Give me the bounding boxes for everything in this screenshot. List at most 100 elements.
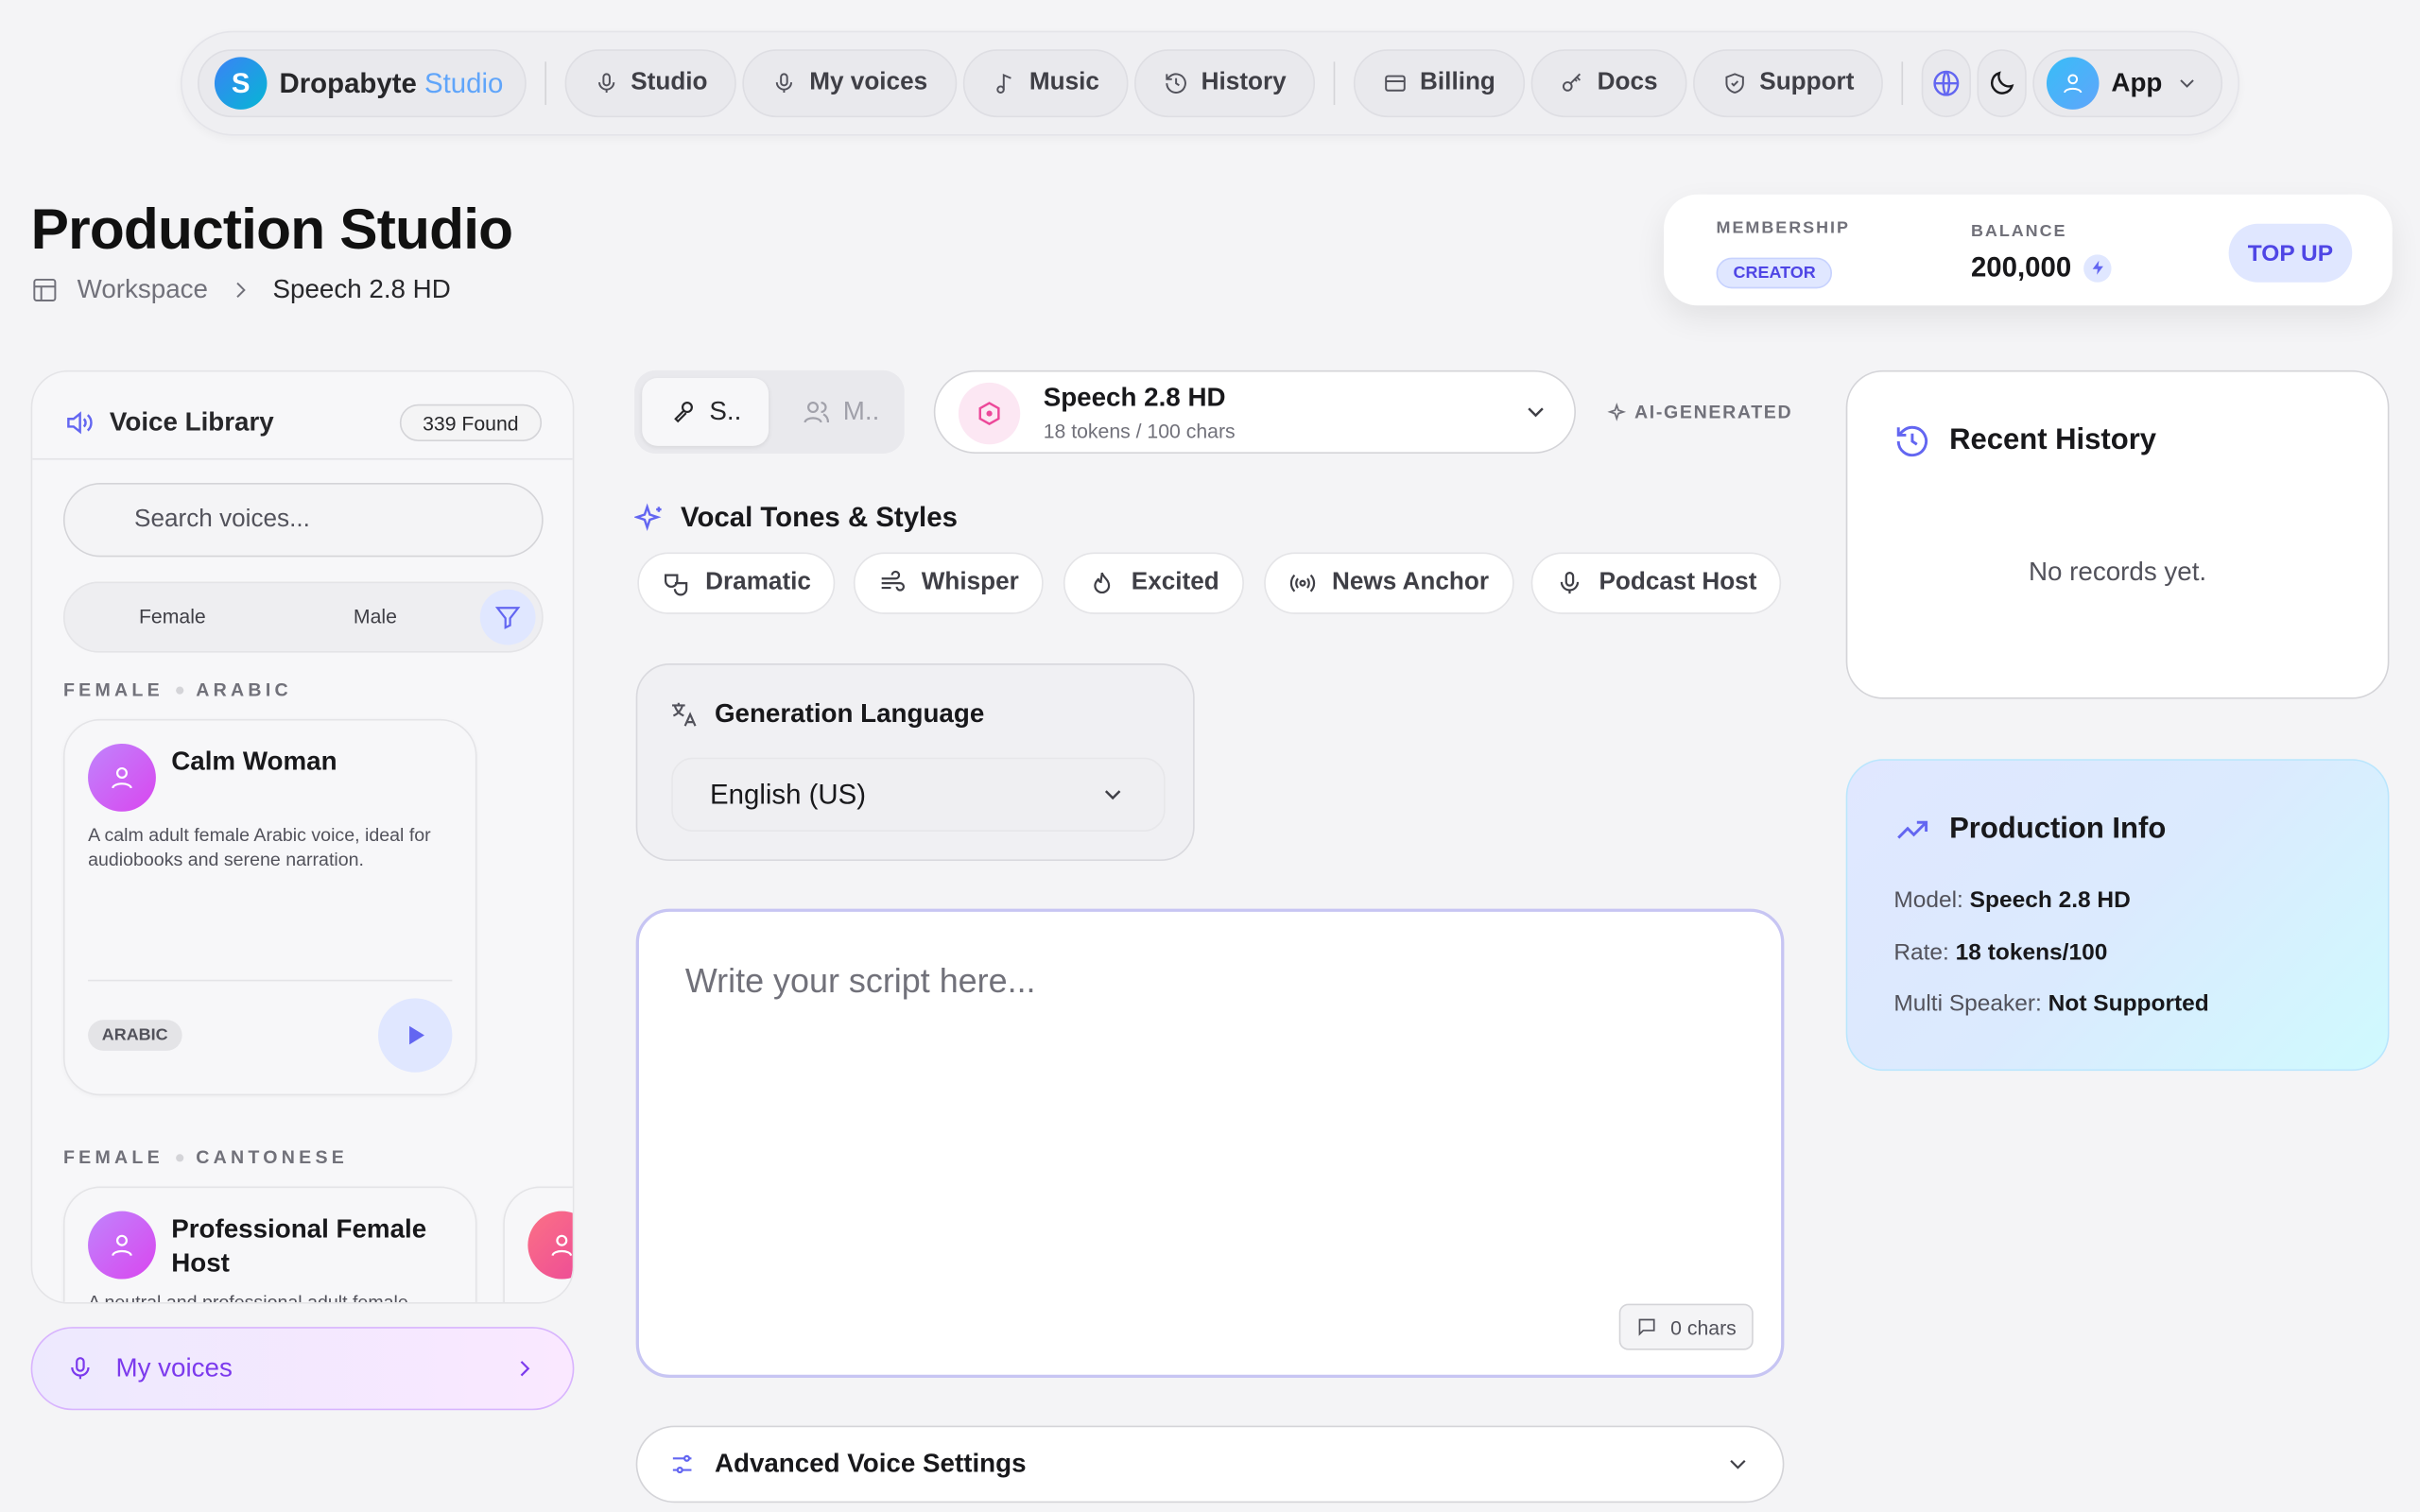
tone-chip-podcast-host[interactable]: Podcast Host — [1530, 552, 1782, 614]
voice-description: A neutral and professional adult female — [88, 1291, 408, 1304]
user-icon — [2063, 74, 2083, 94]
account-menu-button[interactable]: App — [2032, 49, 2223, 118]
multi-speaker-tab[interactable]: M.. — [786, 378, 897, 446]
section-label: FEMALE ARABIC — [63, 679, 292, 700]
section-gender: FEMALE — [62, 679, 164, 701]
ai-generated-label: AI-GENERATED — [1607, 401, 1793, 423]
credit-card-icon — [1385, 75, 1406, 92]
chevron-down-icon — [1104, 790, 1121, 800]
tone-chip-excited[interactable]: Excited — [1063, 552, 1244, 614]
mic-icon — [1560, 572, 1580, 594]
single-speaker-tab[interactable]: S.. — [642, 378, 769, 446]
nav-music[interactable]: Music — [962, 49, 1129, 118]
top-up-button[interactable]: TOP UP — [2228, 223, 2353, 283]
account-label: App — [2111, 67, 2163, 97]
tone-label: Whisper — [921, 569, 1019, 596]
trending-up-icon — [1897, 820, 1928, 839]
language-select[interactable]: English (US) — [671, 757, 1166, 833]
ai-generated-text: AI-GENERATED — [1634, 401, 1793, 423]
recent-history-title-text: Recent History — [1949, 423, 2157, 457]
filter-icon — [494, 607, 521, 629]
balance-value: 200,000 — [1971, 251, 2112, 284]
voice-search-input[interactable] — [62, 483, 544, 558]
production-info-card: Production Info Model: Speech 2.8 HD Rat… — [1845, 759, 2390, 1072]
nav-music-label: Music — [1028, 69, 1099, 96]
advanced-voice-settings[interactable]: Advanced Voice Settings — [635, 1425, 1785, 1503]
voice-card[interactable]: Professional Female Host A neutral and p… — [62, 1186, 477, 1304]
tone-chip-news-anchor[interactable]: News Anchor — [1264, 552, 1514, 614]
theme-toggle-button[interactable] — [1977, 49, 2027, 118]
filter-male[interactable]: Male — [354, 605, 397, 627]
my-voices-button[interactable]: My voices — [30, 1327, 575, 1411]
voice-language-tag: ARABIC — [88, 1020, 182, 1051]
voice-library-header: Voice Library 339 Found — [32, 371, 573, 460]
membership-card: MEMBERSHIP CREATOR BALANCE 200,000 TOP U… — [1664, 194, 2393, 306]
voice-card[interactable] — [503, 1186, 573, 1302]
nav-docs[interactable]: Docs — [1530, 49, 1687, 118]
voice-library-panel: Voice Library 339 Found Female Male FEMA… — [30, 369, 575, 1304]
breadcrumb-workspace[interactable]: Workspace — [78, 275, 208, 306]
voice-avatar — [88, 1211, 156, 1280]
my-voices-label: My voices — [115, 1352, 233, 1383]
brand-name: Dropabyte Studio — [280, 67, 504, 99]
user-avatar — [2046, 57, 2100, 110]
voices-found-badge: 339 Found — [399, 404, 543, 441]
info-value: Speech 2.8 HD — [1969, 886, 2131, 914]
brand-button[interactable]: S Dropabyte Studio — [197, 49, 527, 118]
info-value: 18 tokens/100 — [1955, 939, 2108, 967]
nav-docs-label: Docs — [1597, 69, 1658, 96]
info-row-model: Model: Speech 2.8 HD — [1893, 887, 2130, 914]
chevron-right-icon — [235, 282, 246, 298]
info-key: Rate: — [1893, 939, 1949, 967]
info-value: Not Supported — [2048, 990, 2209, 1017]
nav-separator — [1902, 61, 1903, 106]
production-info-title: Production Info — [1893, 812, 2166, 849]
nav-separator — [544, 61, 546, 106]
nav-my-voices[interactable]: My voices — [743, 49, 958, 118]
single-speaker-label: S.. — [709, 396, 742, 426]
section-label: FEMALE CANTONESE — [63, 1146, 348, 1168]
chevron-down-icon — [2180, 79, 2194, 88]
wind-icon — [881, 570, 906, 592]
nav-billing-label: Billing — [1420, 69, 1495, 96]
user-icon — [551, 1234, 573, 1257]
model-select[interactable]: Speech 2.8 HD 18 tokens / 100 chars — [933, 369, 1576, 455]
script-editor: 0 chars — [635, 908, 1785, 1379]
chevron-down-icon — [1528, 407, 1544, 418]
app-canvas: S Dropabyte Studio Studio My voices Musi… — [0, 0, 2420, 1512]
history-icon — [1896, 425, 1928, 457]
membership-label: MEMBERSHIP — [1716, 218, 1850, 238]
play-icon — [409, 1025, 424, 1045]
voice-card[interactable]: Calm Woman A calm adult female Arabic vo… — [62, 718, 477, 1096]
script-textarea[interactable] — [684, 961, 1736, 1270]
voice-name: Calm Woman — [171, 747, 337, 777]
language-value: English (US) — [710, 778, 866, 810]
nav-history[interactable]: History — [1134, 49, 1316, 118]
info-row-multi-speaker: Multi Speaker: Not Supported — [1893, 990, 2208, 1017]
play-preview-button[interactable] — [378, 998, 453, 1073]
voice-name: Professional Female Host — [171, 1213, 427, 1278]
tone-chip-whisper[interactable]: Whisper — [853, 552, 1044, 614]
generation-language-title-text: Generation Language — [714, 698, 985, 729]
filter-button[interactable] — [479, 589, 536, 645]
voice-library-title: Voice Library — [63, 407, 274, 438]
nav-billing[interactable]: Billing — [1353, 49, 1525, 118]
filter-female[interactable]: Female — [139, 605, 206, 627]
nav-support[interactable]: Support — [1693, 49, 1884, 118]
multi-speaker-label: M.. — [842, 396, 880, 426]
breadcrumb-current: Speech 2.8 HD — [272, 274, 451, 304]
bolt-icon — [2083, 253, 2112, 282]
chevron-right-icon — [520, 1361, 530, 1377]
sparkle-icon — [1607, 402, 1627, 421]
language-button[interactable] — [1921, 49, 1971, 118]
chevron-down-icon — [1730, 1459, 1746, 1469]
tone-label: Podcast Host — [1599, 569, 1757, 596]
tone-label: News Anchor — [1332, 569, 1489, 596]
nav-support-label: Support — [1759, 69, 1855, 96]
balance-label: BALANCE — [1970, 222, 2067, 241]
tone-chip-dramatic[interactable]: Dramatic — [637, 552, 837, 614]
section-language: CANTONESE — [196, 1146, 349, 1168]
layout-icon — [33, 278, 57, 301]
nav-studio[interactable]: Studio — [564, 49, 737, 118]
user-icon — [112, 766, 132, 789]
